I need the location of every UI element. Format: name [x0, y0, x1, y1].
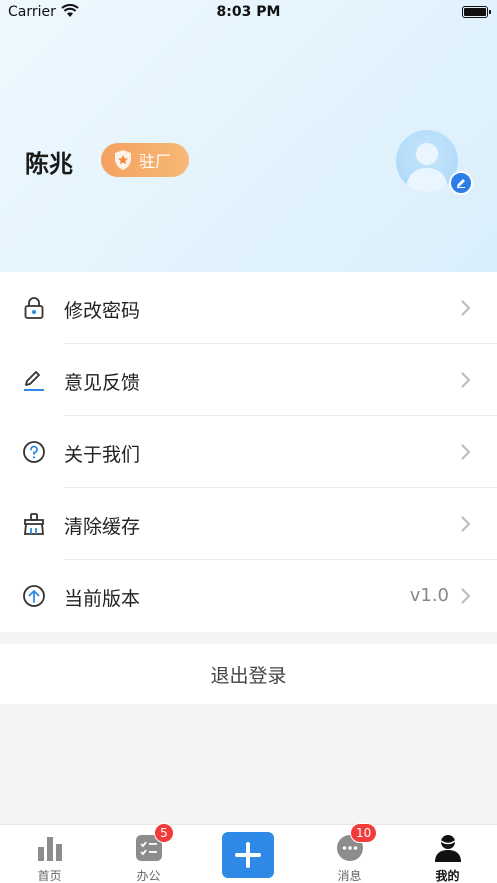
chevron-right-icon — [461, 516, 471, 532]
chevron-right-icon — [461, 300, 471, 316]
menu-item-feedback[interactable]: 意见反馈 — [0, 344, 497, 416]
pencil-icon — [457, 179, 465, 188]
chevron-right-icon — [461, 372, 471, 388]
clock: 8:03 PM — [216, 4, 281, 20]
bar-chart-icon — [37, 837, 62, 861]
battery-icon — [462, 6, 491, 18]
role-label: 驻厂 — [139, 152, 172, 171]
lock-icon — [24, 297, 44, 319]
arrow-up-circle-icon — [23, 585, 45, 607]
menu-item-label: 当前版本 — [64, 588, 141, 610]
settings-menu: 修改密码 意见反馈 关于我们 清除缓存 当前版本 v1.0 — [0, 272, 497, 632]
broom-icon — [24, 513, 44, 535]
unread-badge: 10 — [350, 823, 378, 843]
logout-button[interactable]: 退出登录 — [0, 644, 497, 704]
tab-office[interactable]: 5 办公 — [99, 823, 198, 883]
menu-item-about-us[interactable]: 关于我们 — [0, 416, 497, 488]
menu-item-label: 修改密码 — [64, 300, 141, 322]
question-circle-icon — [23, 441, 45, 463]
chevron-right-icon — [461, 444, 471, 460]
chevron-right-icon — [461, 588, 471, 604]
tab-label: 办公 — [136, 869, 161, 883]
tab-home[interactable]: 首页 — [0, 825, 99, 883]
tab-label: 我的 — [435, 869, 460, 883]
version-value: v1.0 — [409, 585, 449, 606]
menu-item-current-version[interactable]: 当前版本 v1.0 — [0, 560, 497, 632]
person-icon — [434, 835, 461, 862]
role-badge: 驻厂 — [101, 143, 189, 177]
tab-messages[interactable]: 10 消息 — [300, 823, 399, 883]
menu-item-clear-cache[interactable]: 清除缓存 — [0, 488, 497, 560]
menu-item-label: 关于我们 — [64, 444, 141, 466]
tab-label: 消息 — [337, 869, 362, 883]
pencil-underline-icon — [24, 371, 44, 391]
add-button[interactable] — [222, 832, 274, 878]
menu-item-label: 意见反馈 — [64, 372, 141, 394]
shield-star-icon — [115, 150, 131, 170]
plus-icon — [235, 842, 261, 868]
status-bar: Carrier 8:03 PM — [0, 0, 497, 28]
user-name: 陈兆 — [25, 150, 73, 178]
menu-item-label: 清除缓存 — [64, 516, 141, 538]
tab-mine[interactable]: 我的 — [398, 825, 497, 883]
menu-item-change-password[interactable]: 修改密码 — [0, 272, 497, 344]
tab-label: 首页 — [37, 869, 62, 883]
unread-badge: 5 — [154, 823, 174, 843]
edit-avatar-button[interactable] — [449, 171, 473, 195]
